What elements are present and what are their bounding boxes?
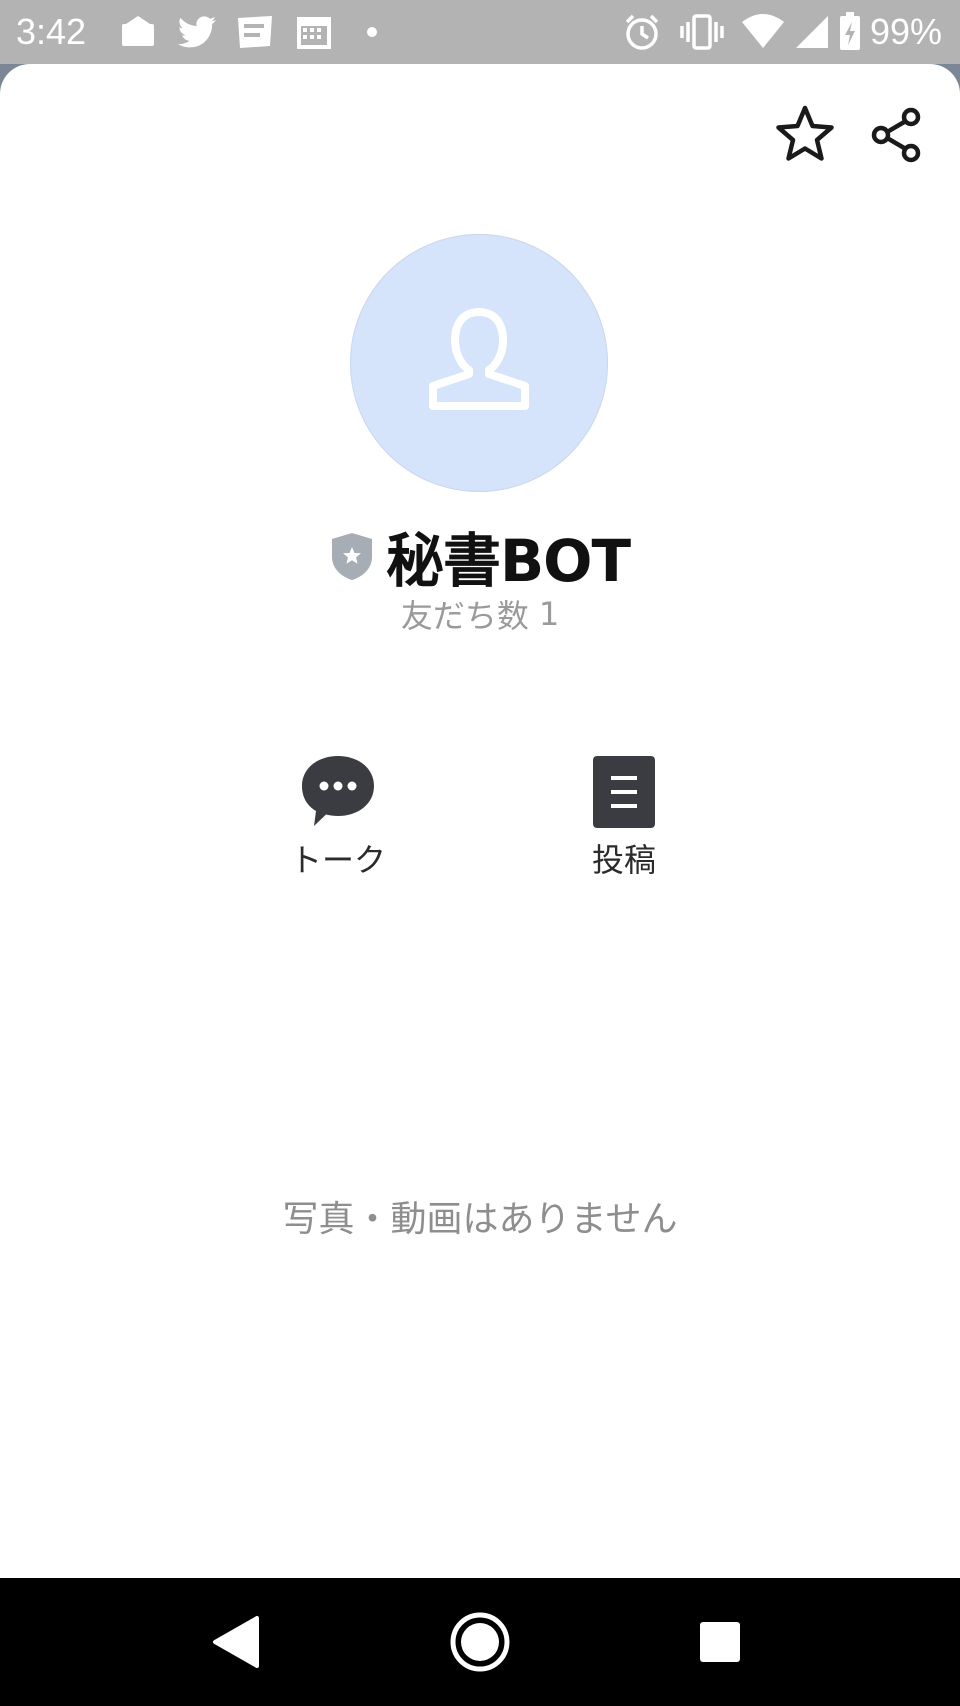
star-outline-icon (776, 105, 834, 161)
mail-icon (122, 16, 154, 46)
status-bar: 3:42 99% (0, 0, 960, 64)
vibrate-icon (680, 14, 724, 50)
share-button[interactable] (862, 100, 932, 170)
talk-button[interactable]: トーク (248, 754, 428, 954)
favorite-button[interactable] (770, 100, 840, 170)
twitter-icon (177, 16, 216, 48)
share-icon (871, 107, 921, 163)
recents-icon (700, 1622, 740, 1662)
line-manga-icon (238, 16, 272, 48)
profile-sheet: 秘書BOT 友だち数 1 トーク 投稿 写真・動画はありません (0, 64, 960, 1578)
chat-bubble-icon (302, 756, 374, 826)
battery-charging-icon (840, 12, 860, 50)
signal-icon (796, 16, 828, 48)
home-icon (450, 1612, 510, 1672)
navigation-bar (0, 1578, 960, 1706)
talk-label: トーク (289, 841, 386, 879)
recents-button[interactable] (680, 1602, 760, 1682)
friends-count-row: 友だち数 1 (0, 588, 960, 640)
alarm-icon (625, 14, 659, 50)
back-button[interactable] (197, 1602, 277, 1682)
person-placeholder-icon (429, 308, 529, 410)
verified-shield-icon (331, 533, 372, 580)
media-empty-message: 写真・動画はありません (282, 1199, 678, 1240)
back-icon (213, 1616, 259, 1668)
calendar-icon (297, 17, 331, 49)
avatar[interactable] (350, 234, 608, 492)
post-icon (593, 756, 655, 828)
status-time: 3:42 (16, 11, 87, 52)
home-button[interactable] (440, 1602, 520, 1682)
post-button[interactable]: 投稿 (534, 754, 714, 954)
friends-count-label: 友だち数 (400, 597, 529, 635)
profile-name: 秘書BOT (385, 527, 631, 595)
post-label: 投稿 (591, 841, 656, 879)
dot-icon (367, 27, 377, 37)
battery-percent: 99% (869, 11, 942, 52)
friends-count-value: 1 (538, 595, 560, 633)
wifi-icon (742, 14, 784, 48)
profile-name-row: 秘書BOT (0, 516, 960, 596)
